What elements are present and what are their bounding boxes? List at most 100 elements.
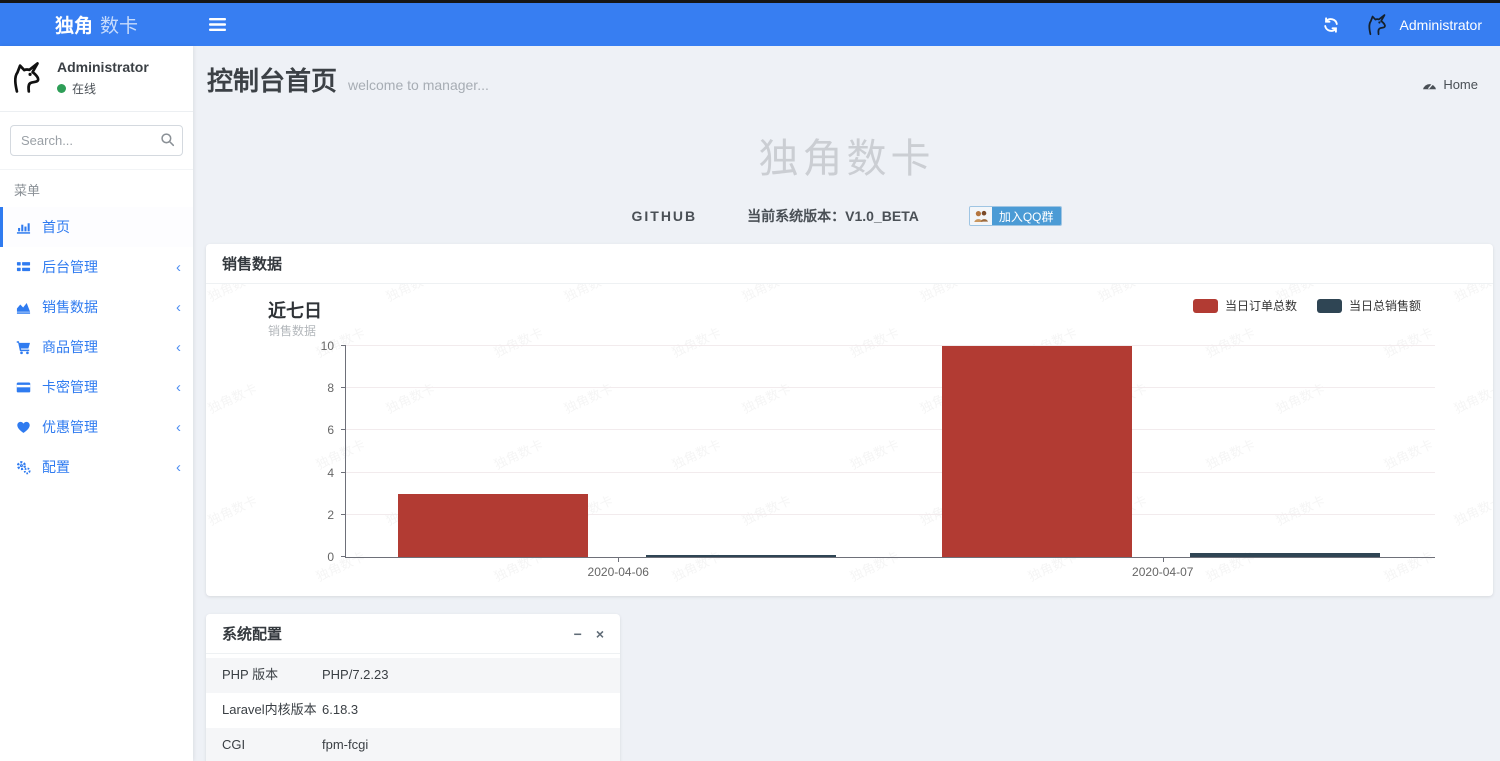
- y-tick-label: 0: [327, 550, 334, 564]
- sidebar-item-admin[interactable]: 后台管理 ‹: [0, 247, 193, 287]
- sidebar-item-label: 销售数据: [42, 299, 98, 315]
- chevron-left-icon: ‹: [176, 458, 181, 476]
- watermark-text: 独角数卡: [1451, 284, 1493, 305]
- legend-swatch: [1316, 298, 1342, 313]
- table-row-value: 6.18.3: [322, 701, 359, 717]
- watermark-text: 独角数卡: [206, 380, 260, 417]
- watermark-text: 独角数卡: [917, 284, 972, 305]
- legend-label: 当日订单总数: [1224, 299, 1297, 313]
- bar-当日订单总数-2020-04-07[interactable]: [942, 346, 1133, 557]
- chart-plot-area: 0 2 4 6 8 10 2020-04-06 2020-04-07: [321, 339, 1435, 579]
- chevron-left-icon: ‹: [176, 258, 181, 276]
- cart-icon: [15, 340, 32, 355]
- sidebar-item-label: 配置: [42, 459, 70, 475]
- watermark-text: 独角数卡: [1451, 380, 1493, 417]
- bar-当日总销售额-2020-04-07[interactable]: [1190, 552, 1380, 557]
- sidebar-item-label: 商品管理: [42, 339, 98, 355]
- chart-area-icon: [15, 300, 32, 315]
- gridline: [346, 345, 1435, 346]
- x-tick: [618, 557, 620, 562]
- unicorn-icon: [1365, 12, 1391, 38]
- chevron-left-icon: ‹: [176, 418, 181, 436]
- brand-light: 数卡: [100, 16, 139, 37]
- sidebar-item-products[interactable]: 商品管理 ‹: [0, 327, 193, 367]
- gridline: [346, 471, 1435, 473]
- github-link[interactable]: GITHUB: [631, 208, 697, 224]
- user-panel: Administrator 在线: [0, 46, 193, 112]
- legend-item[interactable]: 当日订单总数: [1192, 297, 1297, 314]
- bar-当日订单总数-2020-04-06[interactable]: [397, 493, 588, 557]
- user-menu[interactable]: Administrator: [1365, 12, 1482, 38]
- tachometer-icon: [1422, 78, 1437, 90]
- y-tick: [341, 387, 346, 389]
- search-input[interactable]: [10, 125, 183, 156]
- join-qq-group-button[interactable]: 加入QQ群: [968, 206, 1062, 226]
- chart-subtitle: 销售数据: [268, 324, 317, 338]
- sidebar-item-coupons[interactable]: 优惠管理 ‹: [0, 407, 193, 447]
- breadcrumb[interactable]: Home: [1422, 77, 1478, 92]
- table-row-key: PHP 版本: [222, 667, 279, 682]
- table-row-value: PHP/7.2.23: [322, 667, 389, 682]
- bar-当日总销售额-2020-04-06[interactable]: [645, 554, 836, 557]
- table-row: CGI fpm-fcgi: [206, 727, 620, 761]
- sidebar-item-label: 首页: [42, 219, 70, 235]
- gridline: [346, 429, 1435, 431]
- gridline: [346, 387, 1435, 389]
- sidebar-toggle-button[interactable]: [209, 17, 226, 32]
- chevron-left-icon: ‹: [176, 378, 181, 396]
- chart-bar-icon: [15, 220, 32, 235]
- sidebar-item-label: 后台管理: [42, 259, 98, 275]
- system-card-title: 系统配置: [222, 626, 283, 643]
- watermark-text: 独角数卡: [1451, 492, 1493, 529]
- table-row-key: Laravel内核版本: [222, 701, 317, 717]
- cogs-icon: [15, 460, 32, 475]
- sales-data-card: 销售数据 独角数卡 独角数卡 独角数卡 独角数卡 独角数卡 独角数卡 独角数卡 独角数卡 独角数…: [206, 244, 1493, 596]
- chart-title: 近七日: [268, 301, 322, 321]
- watermark-text: 独角数卡: [561, 284, 616, 305]
- system-config-card: 系统配置 − × PHP 版本 PHP/7.2.23 Laravel内核版本 6.18…: [206, 614, 620, 761]
- y-tick: [341, 345, 346, 346]
- brand-logo[interactable]: 独角 数卡: [0, 11, 193, 38]
- join-qq-group-label: 加入QQ群: [991, 207, 1061, 225]
- list-icon: [15, 260, 32, 275]
- sidebar-user-name[interactable]: Administrator: [57, 59, 149, 75]
- watermark-text: 独角数卡: [739, 284, 794, 305]
- watermark-text: 独角数卡: [206, 492, 260, 529]
- watermark-text: 独角数卡: [206, 284, 260, 305]
- heart-icon: [15, 420, 32, 435]
- sidebar-item-sales[interactable]: 销售数据 ‹: [0, 287, 193, 327]
- close-icon[interactable]: ×: [596, 626, 604, 642]
- sidebar-item-home[interactable]: 首页: [0, 207, 193, 247]
- sales-chart: 独角数卡 独角数卡 独角数卡 独角数卡 独角数卡 独角数卡 独角数卡 独角数卡 独角数卡 独角数卡…: [206, 284, 1493, 596]
- y-tick-label: 4: [327, 465, 334, 480]
- y-tick: [341, 556, 346, 557]
- chart-legend: 当日订单总数 当日总销售额: [1192, 297, 1421, 314]
- x-tick-label: 2020-04-06: [587, 565, 649, 579]
- sidebar-item-cards[interactable]: 卡密管理 ‹: [0, 367, 193, 407]
- online-status-dot: [57, 84, 66, 93]
- brand-bold: 独角: [54, 16, 93, 37]
- refresh-icon[interactable]: [1323, 16, 1339, 33]
- sidebar-item-label: 卡密管理: [42, 379, 98, 395]
- search-icon[interactable]: [160, 132, 175, 147]
- page-title: 控制台首页: [207, 66, 338, 96]
- table-row: Laravel内核版本 6.18.3: [206, 693, 620, 728]
- minimize-icon[interactable]: −: [574, 626, 582, 642]
- top-navbar: 独角 数卡 Administrator: [0, 3, 1500, 46]
- watermark-text: 独角数卡: [1095, 284, 1150, 305]
- user-name: Administrator: [1399, 16, 1482, 33]
- legend-swatch: [1192, 298, 1218, 313]
- y-tick-label: 6: [327, 423, 334, 438]
- y-tick: [341, 513, 346, 515]
- chevron-left-icon: ‹: [176, 298, 181, 316]
- legend-label: 当日总销售额: [1348, 299, 1421, 313]
- sidebar: Administrator 在线 菜单 首页: [0, 46, 193, 761]
- online-status-label: 在线: [72, 82, 97, 96]
- main-content: 控制台首页 welcome to manager... Home 独角数卡 GI…: [193, 46, 1500, 761]
- qq-group-icon: [969, 207, 992, 225]
- table-row: PHP 版本 PHP/7.2.23: [206, 658, 620, 693]
- y-tick: [341, 471, 346, 473]
- sidebar-item-settings[interactable]: 配置 ‹: [0, 447, 193, 487]
- page-subtitle: welcome to manager...: [348, 77, 489, 93]
- legend-item[interactable]: 当日总销售额: [1316, 297, 1421, 314]
